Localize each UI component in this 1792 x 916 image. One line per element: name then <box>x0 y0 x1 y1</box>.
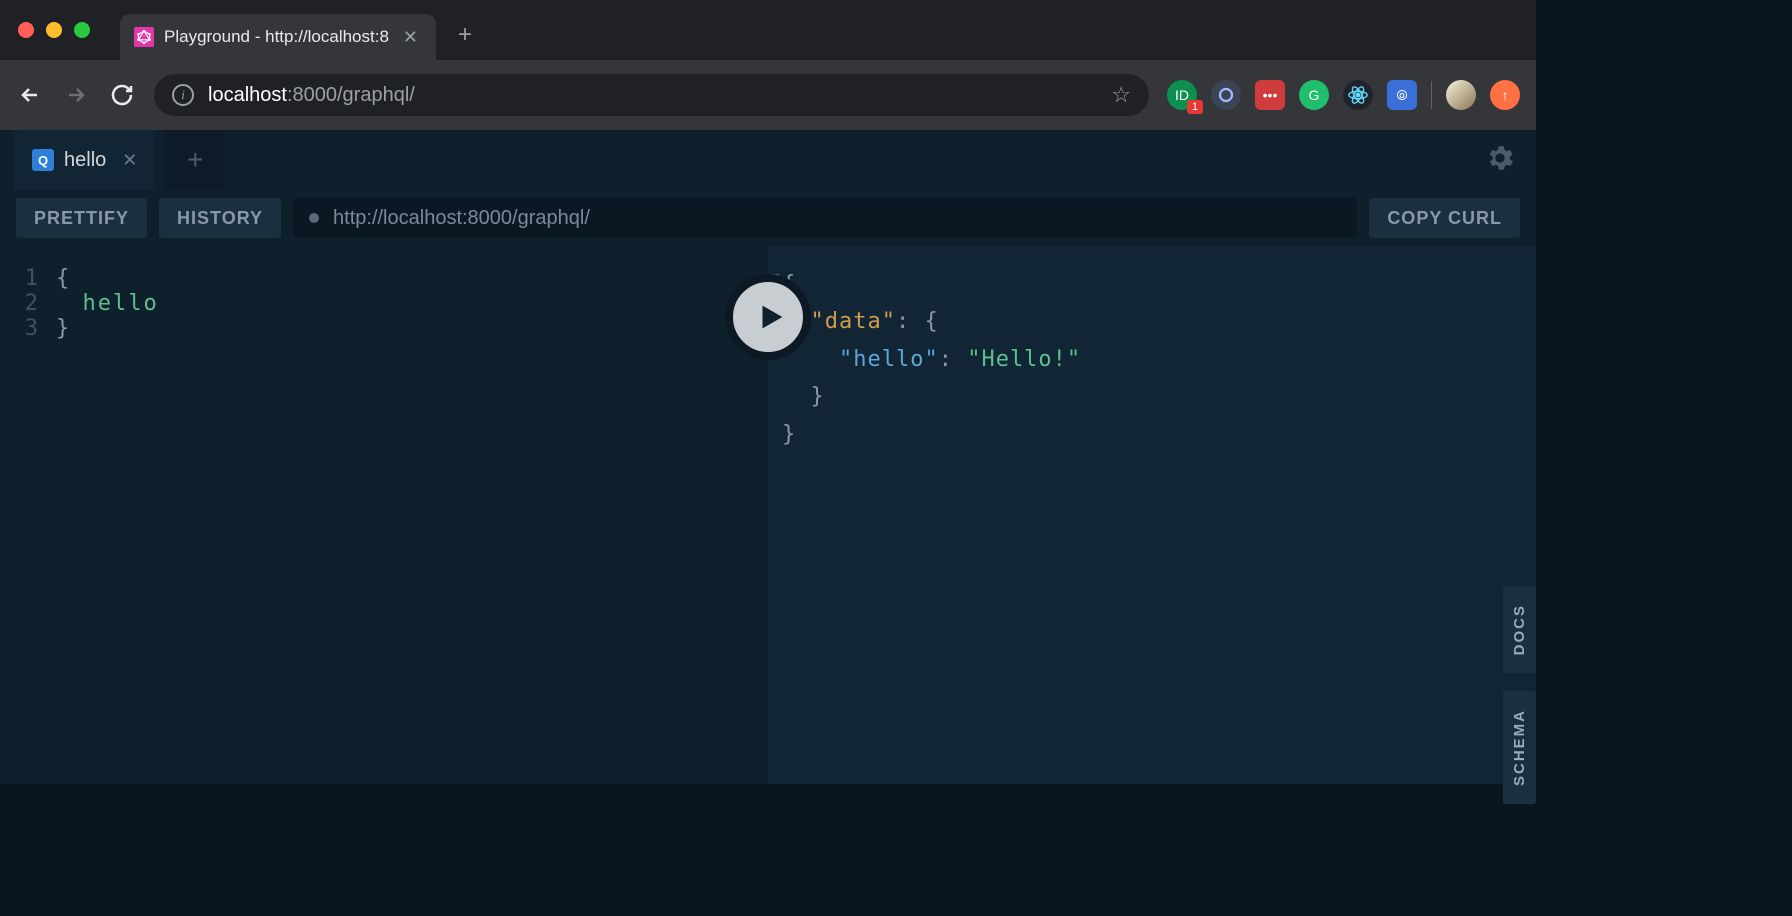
url-host: localhost <box>208 84 287 106</box>
code-field: hello <box>83 291 159 316</box>
response-json: { "data": { "hello": "Hello!" } } <box>782 266 1536 453</box>
prettify-button[interactable]: PRETTIFY <box>16 198 147 238</box>
copy-curl-button[interactable]: COPY CURL <box>1369 198 1520 238</box>
bookmark-star-icon[interactable]: ☆ <box>1111 82 1131 108</box>
query-editor[interactable]: 1{ 2 hello 3} <box>0 246 768 784</box>
endpoint-status-dot-icon <box>309 213 319 223</box>
new-query-tab-button[interactable]: + <box>165 130 225 190</box>
close-tab-icon[interactable]: ✕ <box>399 27 422 48</box>
reload-button[interactable] <box>108 81 136 109</box>
side-rails: DOCS SCHEMA <box>1503 586 1536 804</box>
new-tab-button[interactable]: + <box>458 21 472 49</box>
docs-tab[interactable]: DOCS <box>1503 586 1536 673</box>
line-number: 1 <box>0 266 56 291</box>
extension-7-icon[interactable]: ↑ <box>1490 80 1520 110</box>
endpoint-input[interactable]: http://localhost:8000/graphql/ <box>293 198 1357 238</box>
graphql-favicon-icon <box>134 27 154 47</box>
schema-tab[interactable]: SCHEMA <box>1503 691 1536 804</box>
url-text: localhost:8000/graphql/ <box>208 84 415 107</box>
extension-react-icon[interactable] <box>1343 80 1373 110</box>
profile-avatar[interactable] <box>1446 80 1476 110</box>
close-window-button[interactable] <box>18 22 34 38</box>
code-token: hello <box>56 291 159 316</box>
close-query-tab-icon[interactable]: ✕ <box>122 150 137 171</box>
run-query-button[interactable] <box>725 274 811 360</box>
browser-tab-title: Playground - http://localhost:8 <box>164 27 389 47</box>
graphql-playground: Q hello ✕ + PRETTIFY HISTORY http://loca… <box>0 130 1536 784</box>
extension-4-icon[interactable]: G <box>1299 80 1329 110</box>
playground-body: 1{ 2 hello 3} ▼ { "data": { "hello": "He… <box>0 246 1536 784</box>
line-number: 3 <box>0 316 56 341</box>
extension-6-icon[interactable]: ⦾ <box>1387 80 1417 110</box>
playground-tabs: Q hello ✕ + <box>0 130 1536 190</box>
query-tab-label: hello <box>64 149 106 172</box>
endpoint-url: http://localhost:8000/graphql/ <box>333 207 590 230</box>
extension-1-icon[interactable]: ID1 <box>1167 80 1197 110</box>
code-token: { <box>56 266 69 291</box>
extension-badge: 1 <box>1187 100 1203 114</box>
forward-button[interactable] <box>62 81 90 109</box>
maximize-window-button[interactable] <box>74 22 90 38</box>
minimize-window-button[interactable] <box>46 22 62 38</box>
query-tab[interactable]: Q hello ✕ <box>14 130 155 190</box>
toolbar-divider <box>1431 81 1432 109</box>
history-button[interactable]: HISTORY <box>159 198 281 238</box>
code-token: } <box>56 316 69 341</box>
settings-button[interactable] <box>1484 142 1516 179</box>
window-controls <box>18 22 90 38</box>
url-path: :8000/graphql/ <box>287 84 415 106</box>
response-viewer[interactable]: ▼ { "data": { "hello": "Hello!" } } <box>768 246 1536 784</box>
browser-chrome: Playground - http://localhost:8 ✕ + i lo… <box>0 0 1536 130</box>
extension-3-icon[interactable]: ••• <box>1255 80 1285 110</box>
extension-2-icon[interactable] <box>1211 80 1241 110</box>
line-number: 2 <box>0 291 56 316</box>
browser-tab-bar: Playground - http://localhost:8 ✕ + <box>0 0 1536 60</box>
playground-toolbar: PRETTIFY HISTORY http://localhost:8000/g… <box>0 190 1536 246</box>
query-tab-icon: Q <box>32 149 54 171</box>
back-button[interactable] <box>16 81 44 109</box>
address-bar-row: i localhost:8000/graphql/ ☆ ID1 ••• G ⦾ … <box>0 60 1536 130</box>
browser-tab[interactable]: Playground - http://localhost:8 ✕ <box>120 14 436 60</box>
extension-icons: ID1 ••• G ⦾ ↑ <box>1167 80 1520 110</box>
site-info-icon[interactable]: i <box>172 84 194 106</box>
address-bar[interactable]: i localhost:8000/graphql/ ☆ <box>154 74 1149 116</box>
